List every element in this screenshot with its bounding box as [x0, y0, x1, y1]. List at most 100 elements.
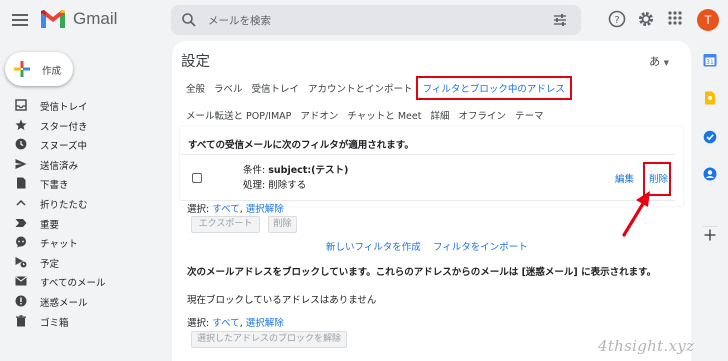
- side-divider: [703, 226, 717, 227]
- compose-plus-icon: [14, 61, 30, 77]
- gmail-logo[interactable]: Gmail: [40, 9, 117, 29]
- input-tools-label: あ: [649, 55, 661, 68]
- filters-heading: すべての受信メールに次のフィルタが適用されます。: [188, 140, 414, 151]
- sidebar-item-collapse[interactable]: 折りたたむ: [0, 193, 170, 213]
- draft-icon: [17, 177, 26, 189]
- sidebar-item-chat[interactable]: チャット: [0, 232, 170, 252]
- chat-icon: [16, 236, 26, 248]
- chevron-down-icon: ▼: [663, 59, 669, 67]
- filter-condition: 条件: subject:(テスト): [243, 162, 348, 176]
- keep-icon[interactable]: [703, 91, 717, 105]
- contacts-icon[interactable]: [703, 167, 717, 181]
- red-arrow-icon: [622, 191, 650, 237]
- tab-chat-meet[interactable]: チャットと Meet: [347, 108, 421, 122]
- page-title: 設定: [181, 54, 210, 70]
- sidebar-item-label: 重要: [40, 219, 60, 231]
- help-icon[interactable]: ?: [608, 10, 626, 28]
- sidebar-item-label: チャット: [40, 239, 78, 251]
- svg-text:31: 31: [706, 59, 714, 66]
- settings-tabs-row1: 全般 ラベル 受信トレイ アカウントとインポート フィルタとブロック中のアドレス: [186, 76, 581, 100]
- tab-inbox[interactable]: 受信トレイ: [252, 81, 300, 100]
- select-all-link[interactable]: すべて: [212, 318, 239, 329]
- select-none-link[interactable]: 選択解除: [246, 204, 284, 215]
- import-filter-link[interactable]: フィルタをインポート: [433, 239, 528, 253]
- tab-general[interactable]: 全般: [186, 81, 205, 100]
- clock-icon: [15, 138, 27, 150]
- sidebar-item-trash[interactable]: ゴミ箱: [0, 311, 170, 331]
- unblock-button[interactable]: 選択したアドレスのブロックを解除: [191, 331, 347, 348]
- input-tools-button[interactable]: あ ▼: [649, 53, 669, 69]
- tab-accounts-import[interactable]: アカウントとインポート: [308, 81, 413, 100]
- important-icon: [15, 218, 27, 227]
- calendar-icon[interactable]: 31: [703, 53, 717, 67]
- sidebar-item-label: 受信トレイ: [40, 102, 88, 113]
- tab-addons[interactable]: アドオン: [300, 108, 338, 122]
- delete-filter-link[interactable]: 削除: [649, 171, 668, 185]
- sidebar-item-label: 迷惑メール: [40, 297, 88, 309]
- sidebar-item-spam[interactable]: 迷惑メール: [0, 291, 170, 311]
- select-all-link[interactable]: すべて: [212, 204, 239, 215]
- app-name: Gmail: [73, 9, 118, 28]
- tab-offline[interactable]: オフライン: [458, 108, 506, 122]
- sidebar-item-label: すべてのメール: [40, 278, 106, 290]
- star-icon: [15, 119, 27, 130]
- filter-checkbox[interactable]: [192, 173, 202, 183]
- select-none-link[interactable]: 選択解除: [246, 318, 284, 329]
- settings-gear-icon[interactable]: [637, 10, 655, 28]
- apps-grid-icon[interactable]: [667, 10, 683, 26]
- sidebar-item-label: スター付き: [40, 121, 88, 133]
- settings-panel: 設定 あ ▼ 全般 ラベル 受信トレイ アカウントとインポート フィルタとブロッ…: [172, 41, 691, 361]
- filter-row: 条件: subject:(テスト) 処理: 削除する: [181, 154, 675, 201]
- sidebar-item-important[interactable]: 重要: [0, 213, 170, 233]
- gmail-m-icon: [41, 10, 65, 28]
- search-icon[interactable]: [181, 12, 197, 28]
- tab-advanced[interactable]: 詳細: [430, 108, 449, 122]
- settings-tabs-row2: メール転送と POP/IMAP アドオン チャットと Meet 詳細 オフライン…: [186, 108, 553, 122]
- get-addons-plus-icon[interactable]: [703, 228, 717, 242]
- sidebar-item-label: ゴミ箱: [40, 317, 69, 329]
- main-menu-icon[interactable]: [12, 12, 28, 28]
- tab-themes[interactable]: テーマ: [515, 108, 544, 122]
- edit-filter-link[interactable]: 編集: [615, 171, 634, 185]
- sidebar-item-sent[interactable]: 送信済み: [0, 154, 170, 174]
- blocked-select-row: 選択: すべて, 選択解除: [187, 315, 284, 329]
- sidebar-item-label: 送信済み: [40, 160, 79, 172]
- sidebar-item-label: 折りたたむ: [40, 199, 88, 211]
- top-bar: Gmail メールを検索 ? T: [0, 0, 728, 42]
- blocked-heading: 次のメールアドレスをブロックしています。これらのアドレスからのメールは [迷惑メ…: [187, 267, 657, 278]
- filter-condition-prefix: 条件:: [243, 165, 269, 176]
- tab-forwarding-pop-imap[interactable]: メール転送と POP/IMAP: [186, 108, 291, 122]
- tasks-icon[interactable]: [703, 130, 717, 144]
- spam-icon: [15, 295, 27, 307]
- svg-text:?: ?: [614, 15, 619, 26]
- search-options-icon[interactable]: [553, 13, 567, 27]
- chevron-up-icon: [16, 199, 26, 206]
- sidebar-item-snoozed[interactable]: スヌーズ中: [0, 134, 170, 154]
- sidebar-item-starred[interactable]: スター付き: [0, 115, 170, 135]
- sidebar-item-label: スヌーズ中: [40, 141, 88, 153]
- create-filter-link[interactable]: 新しいフィルタを作成: [326, 239, 421, 253]
- tab-filters-blocked[interactable]: フィルタとブロック中のアドレス: [415, 76, 572, 100]
- delete-selected-button[interactable]: 削除: [268, 216, 297, 233]
- export-button[interactable]: エクスポート: [191, 216, 260, 233]
- select-prefix: 選択:: [187, 204, 213, 215]
- inbox-icon: [15, 99, 27, 111]
- compose-button[interactable]: 作成: [5, 52, 73, 86]
- compose-label: 作成: [42, 66, 62, 77]
- sidebar-item-inbox[interactable]: 受信トレイ: [0, 95, 170, 115]
- sidebar-item-scheduled[interactable]: 予定: [0, 252, 170, 272]
- filters-select-row: 選択: すべて, 選択解除: [187, 201, 284, 215]
- all-mail-icon: [15, 276, 27, 286]
- sidebar-nav: 受信トレイ スター付き スヌーズ中 送信済み 下書き 折りたたむ 重要 チャット…: [0, 95, 170, 330]
- account-avatar[interactable]: T: [697, 9, 719, 31]
- search-input[interactable]: メールを検索: [208, 13, 271, 28]
- trash-icon: [16, 314, 26, 327]
- watermark: 4thsight.xyz: [598, 337, 695, 355]
- sidebar-item-label: 下書き: [40, 180, 69, 192]
- tab-labels[interactable]: ラベル: [214, 81, 243, 100]
- search-bar[interactable]: メールを検索: [171, 5, 581, 35]
- sidebar-item-drafts[interactable]: 下書き: [0, 173, 170, 193]
- sidebar-item-all-mail[interactable]: すべてのメール: [0, 271, 170, 291]
- filter-condition-value: subject:(テスト): [268, 165, 349, 176]
- filter-action: 処理: 削除する: [243, 180, 307, 191]
